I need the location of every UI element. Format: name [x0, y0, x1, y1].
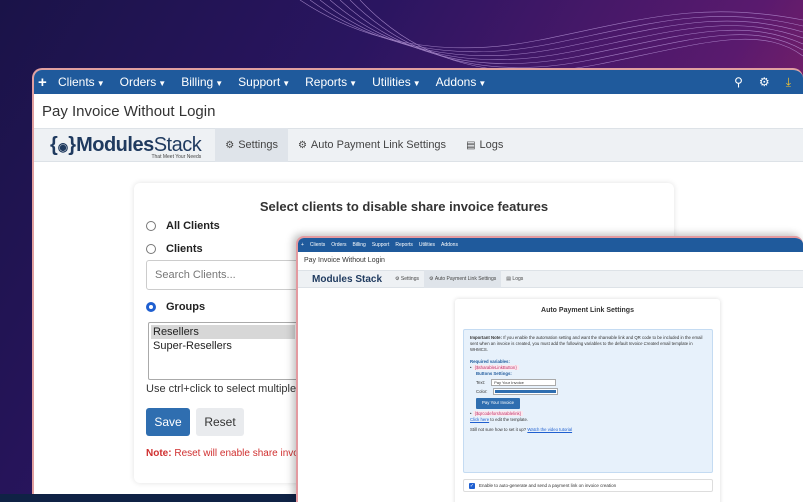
w2-nav-clients[interactable]: Clients	[310, 242, 325, 248]
card-title: Select clients to disable share invoice …	[259, 199, 549, 214]
w2-video-link[interactable]: Watch the video tutorial	[527, 427, 572, 432]
w2-buttons-settings: Buttons Settings:	[476, 371, 512, 377]
w2-plus-icon[interactable]: +	[301, 242, 304, 248]
w2-nav-billing[interactable]: Billing	[353, 242, 366, 248]
group-option[interactable]: Super-Resellers	[151, 339, 295, 353]
plus-icon[interactable]: +	[38, 74, 58, 91]
w2-navbar: + Clients Orders Billing Support Reports…	[298, 238, 803, 252]
modules-stack-logo: {◉} ModulesStack That Meet Your Needs	[50, 133, 202, 160]
radio-all-clients[interactable]	[146, 221, 156, 231]
w2-click-here-link[interactable]: Click here	[470, 417, 489, 422]
module-bar: {◉} ModulesStack That Meet Your Needs ⚙ …	[34, 128, 803, 162]
list-icon: ▤	[466, 139, 476, 151]
w2-page-title: Pay Invoice Without Login	[304, 257, 385, 264]
tab-logs[interactable]: ▤ Logs	[456, 128, 513, 162]
w2-info-box: Important Note: If you enable the automa…	[463, 329, 713, 473]
option-groups[interactable]: Groups	[146, 301, 205, 313]
w2-var2: {$qrcodeforsharablelink}	[472, 410, 524, 416]
nav-billing[interactable]: Billing ▼	[181, 75, 223, 89]
w2-nav-reports[interactable]: Reports	[395, 242, 413, 248]
reset-button[interactable]: Reset	[196, 408, 244, 436]
w2-tab-settings[interactable]: ⚙ Settings	[390, 270, 424, 288]
w2-auto-generate-checkbox-row[interactable]: ✓ Enable to auto-generate and send a pay…	[463, 479, 713, 492]
w2-nav-addons[interactable]: Addons	[441, 242, 458, 248]
w2-tab-auto-payment[interactable]: ⚙ Auto Payment Link Settings	[423, 270, 502, 288]
option-all-clients[interactable]: All Clients	[146, 220, 220, 232]
w2-checkbox[interactable]: ✓	[469, 482, 475, 489]
gear-icon: ⚙	[297, 139, 307, 151]
nav-support[interactable]: Support ▼	[238, 75, 290, 89]
logo-stack: Stack	[153, 134, 202, 156]
radio-clients[interactable]	[146, 244, 156, 254]
gear-icon: ⚙	[225, 139, 235, 151]
w2-nav-support[interactable]: Support	[372, 242, 390, 248]
radio-groups[interactable]	[146, 302, 156, 312]
w2-color-label: Color:	[476, 388, 488, 394]
nav-addons[interactable]: Addons ▼	[436, 75, 487, 89]
w2-pay-invoice-button[interactable]: Pay Your Invoice	[476, 398, 521, 409]
groups-listbox[interactable]: Resellers Super-Resellers	[148, 322, 298, 380]
logo-brace-icon: {◉}	[50, 133, 77, 156]
w2-var1: {$sharableLinkButton}	[472, 364, 519, 370]
w2-card-title: Auto Payment Link Settings	[541, 307, 634, 314]
logo-tagline: That Meet Your Needs	[151, 154, 202, 160]
w2-color-picker[interactable]	[493, 388, 559, 396]
logo-main: Modules	[76, 134, 154, 156]
gears-icon[interactable]: ⚙	[759, 75, 770, 90]
download-icon[interactable]: ⤓	[786, 75, 791, 90]
search-clients-input[interactable]: Search Clients...	[146, 260, 300, 290]
search-icon[interactable]: ⚲	[734, 75, 743, 90]
second-window: + Clients Orders Billing Support Reports…	[296, 236, 803, 502]
w2-text-input[interactable]: Pay Your Invoice	[491, 379, 557, 387]
nav-clients[interactable]: Clients ▼	[58, 75, 105, 89]
group-option[interactable]: Resellers	[151, 325, 295, 339]
tab-auto-payment-link-settings[interactable]: ⚙ Auto Payment Link Settings	[288, 128, 456, 162]
nav-orders[interactable]: Orders ▼	[120, 75, 167, 89]
nav-utilities[interactable]: Utilities ▼	[372, 75, 421, 89]
w2-nav-utilities[interactable]: Utilities	[419, 242, 435, 248]
save-button[interactable]: Save	[146, 408, 190, 436]
page-title: Pay Invoice Without Login	[42, 103, 216, 120]
w2-module-bar: Modules Stack ⚙ Settings ⚙ Auto Payment …	[298, 270, 803, 288]
top-navbar: + Clients ▼ Orders ▼ Billing ▼ Support ▼ Rep…	[34, 70, 803, 94]
w2-important-note: Important Note: If you enable the automa…	[470, 335, 703, 353]
option-clients[interactable]: Clients	[146, 243, 203, 255]
w2-tab-logs[interactable]: ▤ Logs	[501, 270, 528, 288]
nav-reports[interactable]: Reports ▼	[305, 75, 357, 89]
tab-settings[interactable]: ⚙ Settings	[215, 128, 288, 162]
w2-nav-orders[interactable]: Orders	[331, 242, 346, 248]
w2-text-label: Text:	[476, 379, 486, 385]
w2-settings-card: Auto Payment Link Settings Important Not…	[455, 299, 720, 502]
w2-logo: Modules Stack	[312, 273, 383, 285]
